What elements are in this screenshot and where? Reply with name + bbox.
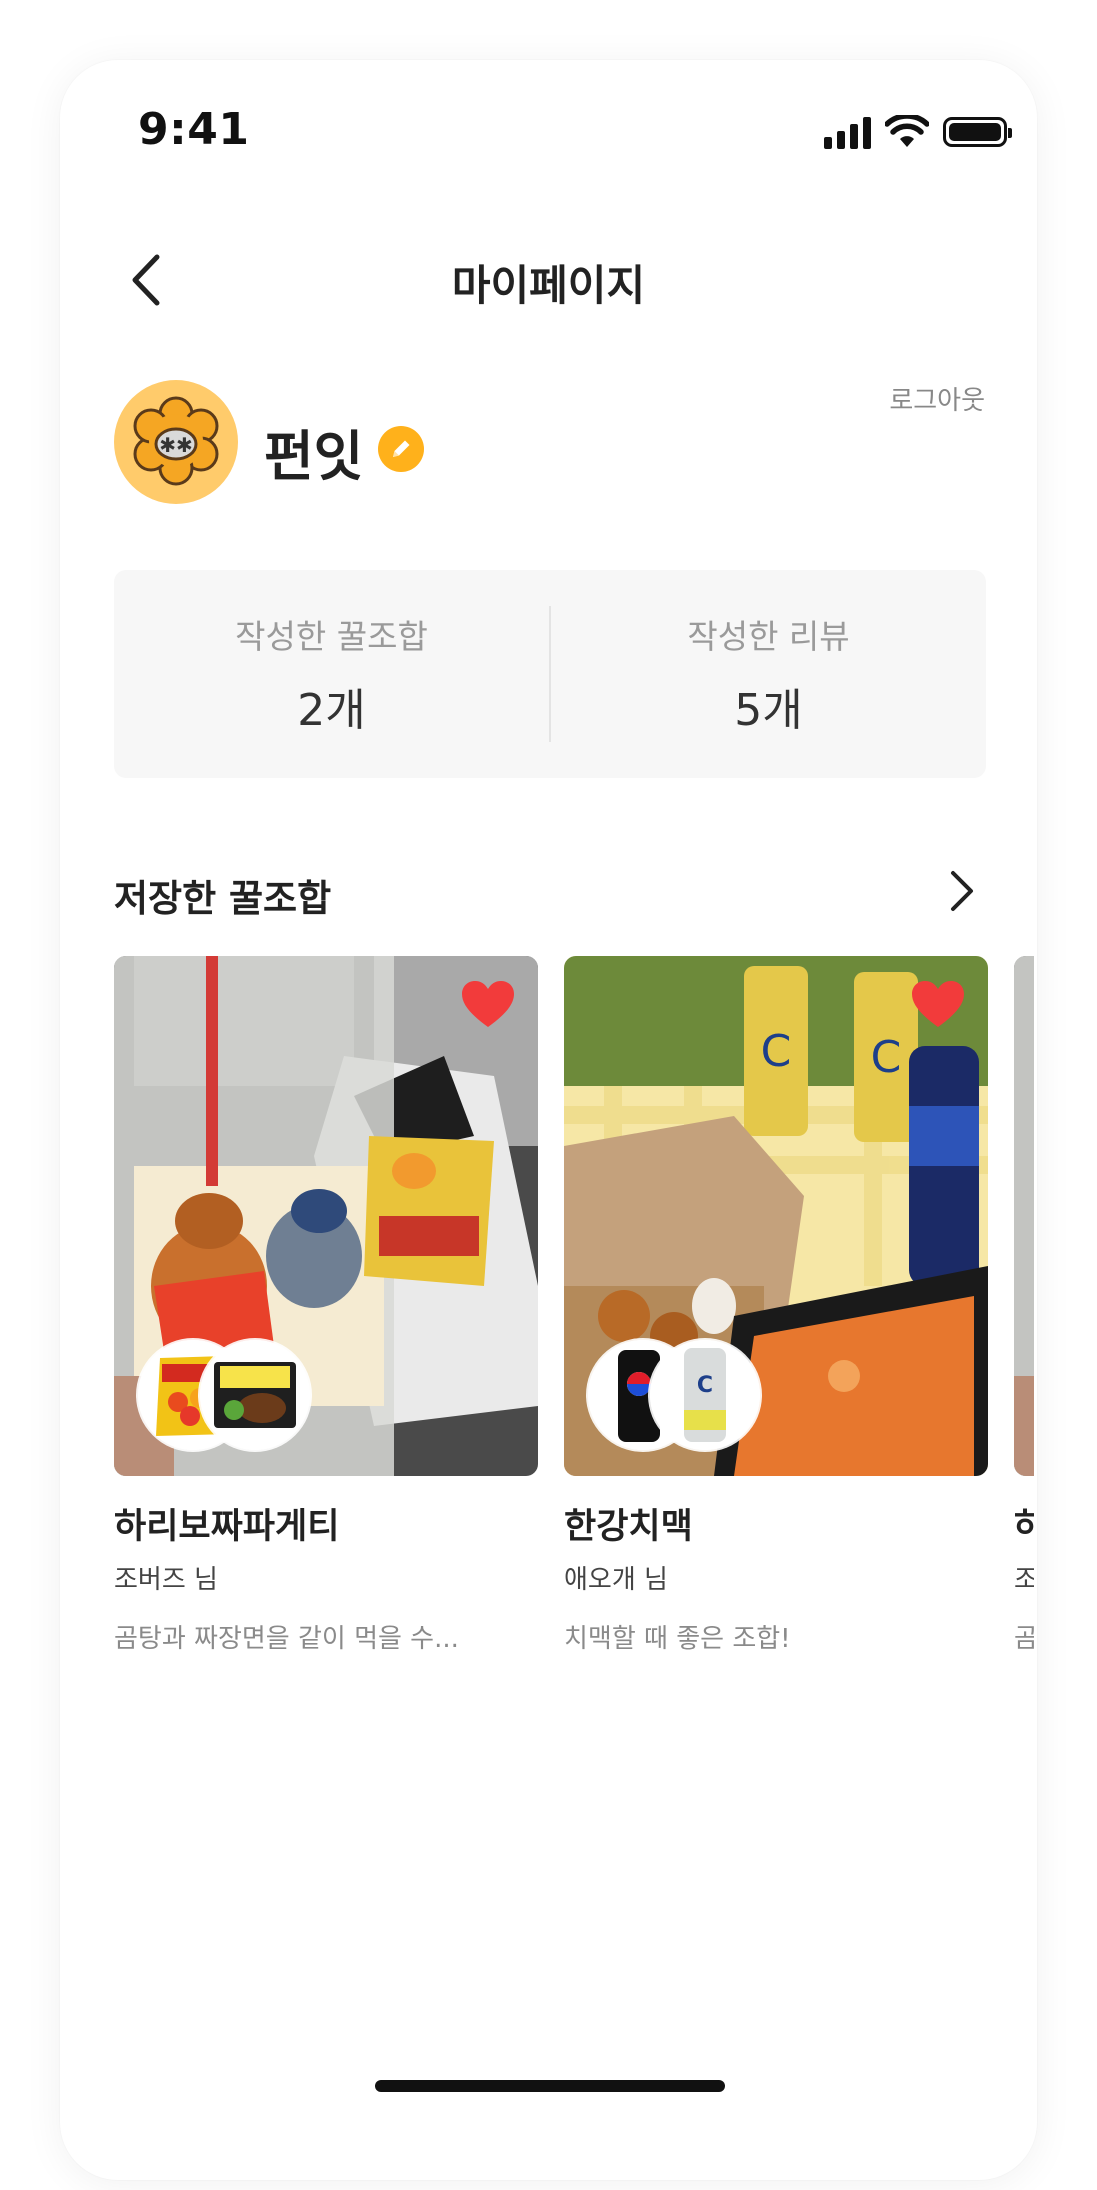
card-title: 하리보짜파게티 bbox=[1014, 1507, 1034, 1547]
avatar: ✱✱ bbox=[114, 380, 238, 504]
card-description: 치맥할 때 좋은 조합! bbox=[564, 1624, 791, 1654]
stats-panel: 작성한 꿀조합 2개 작성한 리뷰 5개 bbox=[114, 570, 986, 778]
stat-combinations[interactable]: 작성한 꿀조합 2개 bbox=[114, 610, 549, 738]
section-title: 저장한 꿀조합 bbox=[114, 877, 332, 920]
logout-button[interactable]: 로그아웃 bbox=[889, 380, 985, 417]
svg-text:C: C bbox=[761, 1026, 792, 1077]
card-title: 하리보짜파게티 bbox=[114, 1507, 340, 1547]
header: 마이페이지 bbox=[60, 230, 1037, 330]
svg-text:C: C bbox=[697, 1373, 713, 1398]
flower-character-avatar-icon: ✱✱ bbox=[133, 396, 219, 486]
nickname: 펀잇 bbox=[264, 425, 364, 488]
home-indicator bbox=[375, 2080, 725, 2092]
combination-card[interactable]: 하리보짜파게티 조버즈 님 곰탕과 짜장면을 같이 먹을 수... bbox=[1014, 956, 1034, 1655]
combination-card[interactable]: 하리보짜파게티 조버즈 님 곰탕과 짜장면을 같이 먹을 수... bbox=[114, 956, 538, 1655]
battery-level bbox=[949, 123, 1001, 141]
pencil-icon bbox=[393, 440, 410, 457]
see-all-button[interactable] bbox=[937, 866, 987, 916]
status-bar: 9:41 bbox=[60, 60, 1037, 180]
card-photo: C C C bbox=[564, 956, 988, 1476]
wifi-icon bbox=[885, 115, 929, 147]
chapagetti-ramen-icon bbox=[200, 1340, 310, 1450]
product-thumbnail[interactable] bbox=[200, 1340, 310, 1450]
combination-card[interactable]: C C C 한강치맥 애오개 님 치맥할 때 좋은 조합! bbox=[564, 956, 988, 1655]
card-photo bbox=[1014, 956, 1034, 1476]
edit-nickname-button[interactable] bbox=[378, 426, 424, 472]
saved-cards-carousel[interactable]: 하리보짜파게티 조버즈 님 곰탕과 짜장면을 같이 먹을 수... C C C … bbox=[114, 956, 1034, 1656]
card-author: 조버즈 님 bbox=[1014, 1565, 1034, 1595]
card-author: 애오개 님 bbox=[564, 1565, 668, 1595]
heart-icon[interactable] bbox=[460, 980, 516, 1030]
card-description: 곰탕과 짜장면을 같이 먹을 수... bbox=[1014, 1624, 1034, 1654]
product-thumbnails: C bbox=[588, 1340, 788, 1450]
card-photo bbox=[114, 956, 538, 1476]
page-title: 마이페이지 bbox=[451, 261, 646, 310]
stat-label: 작성한 리뷰 bbox=[687, 617, 850, 656]
product-thumbnail[interactable]: C bbox=[650, 1340, 760, 1450]
stat-reviews[interactable]: 작성한 리뷰 5개 bbox=[551, 610, 986, 738]
battery-icon bbox=[943, 117, 1012, 147]
card-title: 한강치맥 bbox=[564, 1507, 693, 1547]
svg-text:C: C bbox=[871, 1032, 902, 1083]
stat-value: 2개 bbox=[297, 685, 366, 736]
card-description: 곰탕과 짜장면을 같이 먹을 수... bbox=[114, 1624, 459, 1654]
cellular-signal-icon bbox=[824, 115, 871, 149]
stat-value: 5개 bbox=[734, 685, 803, 736]
phone-frame: 9:41 마이페이지 ✱✱ 펀잇 로그아웃 작성한 꿀조합 2개 작성한 리뷰 … bbox=[60, 60, 1037, 2180]
heart-icon[interactable] bbox=[910, 980, 966, 1030]
cup-and-snacks-photo bbox=[1014, 956, 1034, 1476]
chevron-right-icon bbox=[951, 871, 973, 911]
svg-text:✱✱: ✱✱ bbox=[159, 433, 193, 457]
card-author: 조버즈 님 bbox=[114, 1565, 218, 1595]
status-time: 9:41 bbox=[138, 104, 250, 155]
profile-section: ✱✱ 펀잇 로그아웃 bbox=[114, 380, 985, 510]
cass-lemon-can-icon: C bbox=[650, 1340, 760, 1450]
stat-label: 작성한 꿀조합 bbox=[235, 617, 428, 656]
status-icons bbox=[824, 112, 1012, 152]
product-thumbnails bbox=[138, 1340, 338, 1450]
